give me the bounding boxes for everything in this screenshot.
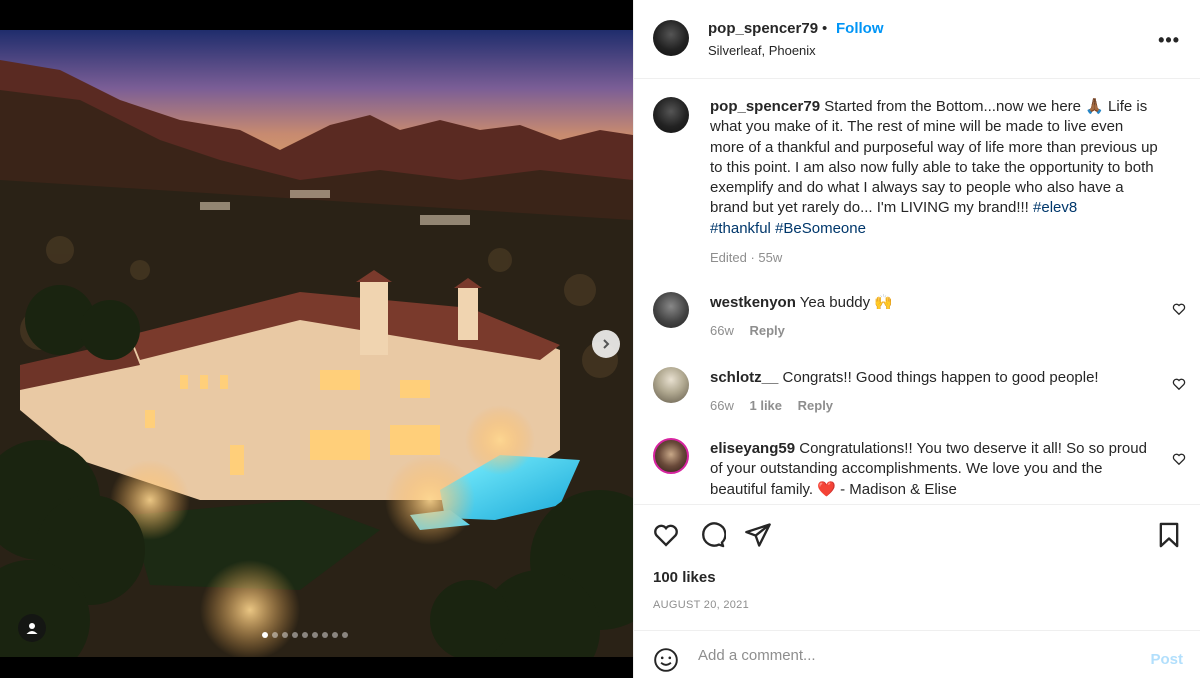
caption-body: Started from the Bottom...now we here 🙏🏾… (710, 98, 1158, 217)
comment-username[interactable]: eliseyang59 (710, 440, 795, 457)
post-sidebar: pop_spencer79 • Follow Silverleaf, Phoen… (633, 0, 1200, 678)
header-separator: • (822, 20, 828, 37)
reply-button[interactable]: Reply (749, 323, 784, 338)
carousel-dot (272, 632, 278, 638)
comment-bubble-icon[interactable] (698, 521, 726, 549)
comment-body: Yea buddy 🙌 (799, 294, 893, 311)
like-comment-heart-icon[interactable] (1172, 302, 1186, 316)
caption-meta: Edited · 55w (710, 250, 783, 265)
mansion-photo-illustration (0, 30, 633, 657)
more-options-icon[interactable]: ••• (1158, 30, 1180, 51)
comments-list: pop_spencer79 Started from the Bottom...… (634, 80, 1200, 504)
carousel-dot (342, 632, 348, 638)
like-comment-heart-icon[interactable] (1172, 377, 1186, 391)
user-tag-icon (26, 623, 38, 634)
share-paper-plane-icon[interactable] (744, 521, 772, 549)
comment-meta: 66w Reply (710, 323, 797, 338)
post-date[interactable]: AUGUST 20, 2021 (653, 599, 749, 611)
hashtag[interactable]: #thankful (710, 220, 771, 237)
carousel-dot (332, 632, 338, 638)
caption-text: pop_spencer79 Started from the Bottom...… (710, 97, 1160, 239)
like-comment-heart-icon[interactable] (1172, 452, 1186, 466)
emoji-smiley-icon[interactable] (653, 647, 679, 673)
comment-meta: 66w 1 like Reply (710, 398, 845, 413)
follow-button[interactable]: Follow (836, 20, 884, 37)
header-username[interactable]: pop_spencer79 (708, 20, 818, 37)
carousel-dot (282, 632, 288, 638)
carousel-dot (302, 632, 308, 638)
post-media (0, 0, 633, 678)
hashtag[interactable]: #BeSomeone (775, 220, 866, 237)
tagged-users-button[interactable] (18, 614, 46, 642)
avatar[interactable] (653, 438, 689, 474)
comment-username[interactable]: westkenyon (710, 294, 796, 311)
like-heart-icon[interactable] (652, 521, 680, 549)
carousel-dot (262, 632, 268, 638)
likes-count[interactable]: 100 likes (653, 569, 716, 586)
comment-time[interactable]: 66w (710, 398, 734, 413)
comment-body: Congrats!! Good things happen to good pe… (782, 369, 1099, 386)
add-comment-input[interactable] (698, 647, 1128, 664)
caption-username[interactable]: pop_spencer79 (710, 98, 820, 115)
avatar[interactable] (653, 20, 689, 56)
carousel-indicator (262, 632, 348, 638)
post-comment-button[interactable]: Post (1150, 651, 1183, 668)
comment-username[interactable]: schlotz__ (710, 369, 778, 386)
carousel-next-button[interactable] (592, 330, 620, 358)
comment-text: westkenyon Yea buddy 🙌 (710, 293, 1160, 313)
save-bookmark-icon[interactable] (1155, 521, 1183, 549)
carousel-dot (322, 632, 328, 638)
carousel-dot (312, 632, 318, 638)
location-link[interactable]: Silverleaf, Phoenix (708, 43, 816, 58)
avatar[interactable] (653, 367, 689, 403)
comment-time[interactable]: 66w (710, 323, 734, 338)
reply-button[interactable]: Reply (798, 398, 833, 413)
comment-text: eliseyang59 Congratulations!! You two de… (710, 439, 1160, 500)
avatar[interactable] (653, 97, 689, 133)
hashtag[interactable]: #elev8 (1033, 199, 1077, 216)
add-comment-bar: Post (634, 630, 1200, 678)
chevron-right-icon (603, 339, 610, 349)
comment-text: schlotz__ Congrats!! Good things happen … (710, 368, 1160, 388)
post-header: pop_spencer79 • Follow Silverleaf, Phoen… (634, 0, 1200, 79)
post-actions: 100 likes AUGUST 20, 2021 (634, 504, 1200, 630)
post-photo[interactable] (0, 30, 633, 657)
avatar[interactable] (653, 292, 689, 328)
carousel-dot (292, 632, 298, 638)
comment-likes[interactable]: 1 like (749, 398, 782, 413)
